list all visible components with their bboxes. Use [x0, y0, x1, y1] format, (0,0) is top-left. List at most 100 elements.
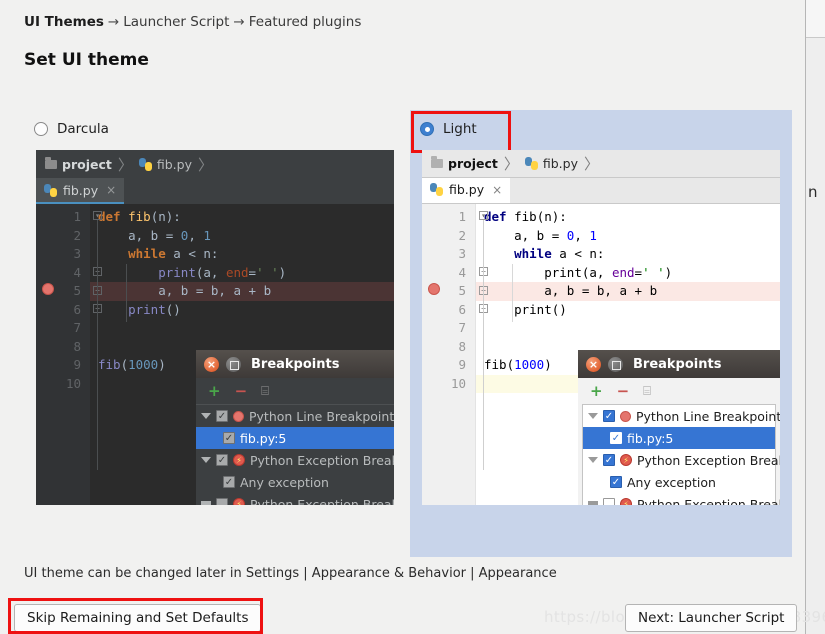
- checkbox[interactable]: [216, 410, 228, 422]
- breadcrumb-separator-icon-2: 〉: [198, 155, 214, 174]
- checkbox[interactable]: [216, 498, 228, 505]
- preview-breadcrumb-dark: project 〉 fib.py 〉: [36, 150, 394, 178]
- preview-breadcrumb-file-light: fib.py: [524, 156, 580, 171]
- breakpoint-icon[interactable]: [42, 283, 54, 295]
- footnote-text: UI theme can be changed later in Setting…: [24, 566, 557, 581]
- breakpoint-icon[interactable]: [428, 283, 440, 295]
- breakpoint-row[interactable]: Any exception: [583, 471, 775, 493]
- skip-remaining-and-set-defaults-button[interactable]: Skip Remaining and Set Defaults: [14, 604, 262, 632]
- breakpoints-dialog-dark: Breakpoints + − ⌸ Python Line Breakpoint…: [196, 350, 394, 505]
- exception-breakpoint-icon: [233, 498, 245, 505]
- editor-tab-fib-py[interactable]: fib.py ×: [422, 178, 511, 203]
- preview-breadcrumb-folder-label: project: [448, 156, 498, 171]
- breakpoint-row[interactable]: Any exception: [196, 471, 394, 493]
- fold-marker-icon[interactable]: ▾: [479, 211, 488, 220]
- code-line: print(a, end=' '): [544, 264, 673, 280]
- python-file-icon: [44, 183, 57, 197]
- editor-gutter-dark[interactable]: 1 2 3 4 5 6 7 8 9 10: [36, 204, 90, 505]
- checkbox[interactable]: [610, 432, 622, 444]
- preview-breadcrumb-folder-light: project: [431, 156, 500, 171]
- checkbox[interactable]: [223, 432, 235, 444]
- add-breakpoint-button[interactable]: +: [590, 382, 603, 400]
- background-window-text: n: [808, 183, 818, 201]
- close-icon[interactable]: ×: [492, 183, 502, 197]
- radio-unchecked-icon[interactable]: [34, 122, 48, 136]
- breakpoint-row[interactable]: Python Exception Breakpoint: [196, 493, 394, 505]
- chevron-down-icon[interactable]: [201, 413, 211, 419]
- remove-breakpoint-button[interactable]: −: [235, 382, 248, 400]
- checkbox[interactable]: [603, 410, 615, 422]
- preview-editor-tabs-light: fib.py ×: [422, 178, 780, 204]
- dialog-titlebar[interactable]: Breakpoints: [578, 350, 780, 378]
- close-icon[interactable]: [204, 356, 219, 372]
- folder-icon: [45, 156, 57, 169]
- dialog-title: Breakpoints: [633, 356, 722, 372]
- code-line: print(): [514, 301, 567, 317]
- checkbox[interactable]: [223, 476, 235, 488]
- preview-editor-tabs-dark: fib.py ×: [36, 178, 394, 204]
- python-file-icon: [430, 183, 443, 196]
- breakpoint-row-selected[interactable]: fib.py:5: [583, 427, 775, 449]
- line-number: 1: [458, 209, 466, 224]
- breakpoints-list-dark[interactable]: Python Line Breakpoints fib.py:5 Python …: [196, 404, 394, 505]
- breakpoint-group-row[interactable]: Python Exception Breakpoints: [196, 449, 394, 471]
- preview-breadcrumb-file-label: fib.py: [156, 156, 192, 172]
- radio-checked-icon[interactable]: [420, 122, 434, 136]
- code-line: def fib(n):: [484, 209, 567, 224]
- chevron-down-icon[interactable]: [588, 457, 598, 463]
- preview-breadcrumb-light: project 〉 fib.py 〉: [422, 150, 780, 178]
- line-number: 7: [458, 320, 466, 335]
- checkbox[interactable]: [603, 498, 615, 505]
- code-line: print(a, end=' '): [158, 264, 287, 280]
- add-breakpoint-button[interactable]: +: [208, 382, 221, 400]
- checkbox[interactable]: [603, 454, 615, 466]
- next-launcher-script-button[interactable]: Next: Launcher Script: [625, 604, 798, 632]
- breakpoints-toolbar: + − ⌸: [578, 378, 780, 404]
- breadcrumb-item-ui-themes[interactable]: UI Themes: [24, 14, 104, 30]
- line-number: 1: [73, 209, 81, 224]
- code-line: a, b = b, a + b: [90, 282, 394, 301]
- breakpoint-row[interactable]: Python Exception Breakpoint: [583, 493, 780, 505]
- breakpoint-label: Python Line Breakpoints: [636, 408, 780, 424]
- checkbox[interactable]: [610, 476, 622, 488]
- save-breakpoint-group-button[interactable]: ⌸: [643, 384, 651, 399]
- theme-option-darcula[interactable]: Darcula: [34, 121, 109, 137]
- indent-guide: [126, 264, 127, 322]
- editor-tab-label: fib.py: [449, 182, 485, 197]
- remove-breakpoint-button[interactable]: −: [617, 382, 630, 400]
- editor-gutter-light[interactable]: 1 2 3 4 5 6 7 8 9 10: [422, 204, 476, 505]
- dialog-body: + − ⌸ Python Line Breakpoints fib.py:5: [578, 378, 780, 505]
- maximize-icon[interactable]: [608, 356, 623, 372]
- line-number: 8: [458, 338, 466, 354]
- theme-option-darcula-label: Darcula: [57, 121, 109, 137]
- chevron-down-icon[interactable]: [588, 413, 598, 419]
- editor-tab-fib-py[interactable]: fib.py ×: [36, 178, 125, 204]
- fold-marker-icon[interactable]: ▾: [93, 211, 102, 220]
- theme-option-light[interactable]: Light: [420, 121, 477, 137]
- close-icon[interactable]: [586, 356, 601, 372]
- save-breakpoint-group-button[interactable]: ⌸: [261, 384, 269, 399]
- close-icon[interactable]: ×: [106, 183, 116, 197]
- breadcrumb-item-launcher-script[interactable]: Launcher Script: [123, 14, 229, 30]
- breakpoint-label: Python Exception Breakpoints: [250, 452, 394, 468]
- line-breakpoint-icon: [233, 410, 244, 422]
- breakpoints-list-light[interactable]: Python Line Breakpoints fib.py:5 Python …: [582, 404, 780, 505]
- checkbox[interactable]: [216, 454, 228, 466]
- code-line: a, b = b, a + b: [476, 282, 780, 301]
- chevron-down-icon[interactable]: [201, 457, 211, 463]
- breakpoint-group-row[interactable]: Python Line Breakpoints: [583, 405, 780, 427]
- breakpoint-group-row[interactable]: Python Line Breakpoints: [196, 405, 394, 427]
- dialog-title: Breakpoints: [251, 356, 340, 372]
- breadcrumb-separator-icon: 〉: [503, 155, 519, 173]
- line-number: 10: [65, 375, 81, 391]
- dialog-body: + − ⌸ Python Line Breakpoints fib.py:5: [196, 378, 394, 505]
- breakpoints-toolbar: + − ⌸: [196, 378, 394, 404]
- breakpoint-group-row[interactable]: Python Exception Breakpoints: [583, 449, 780, 471]
- line-number: 7: [73, 320, 81, 335]
- line-number: 4: [458, 264, 466, 280]
- dialog-titlebar[interactable]: Breakpoints: [196, 350, 394, 378]
- breakpoint-row-selected[interactable]: fib.py:5: [196, 427, 394, 449]
- maximize-icon[interactable]: [226, 356, 241, 372]
- breadcrumb-item-featured-plugins[interactable]: Featured plugins: [249, 14, 362, 30]
